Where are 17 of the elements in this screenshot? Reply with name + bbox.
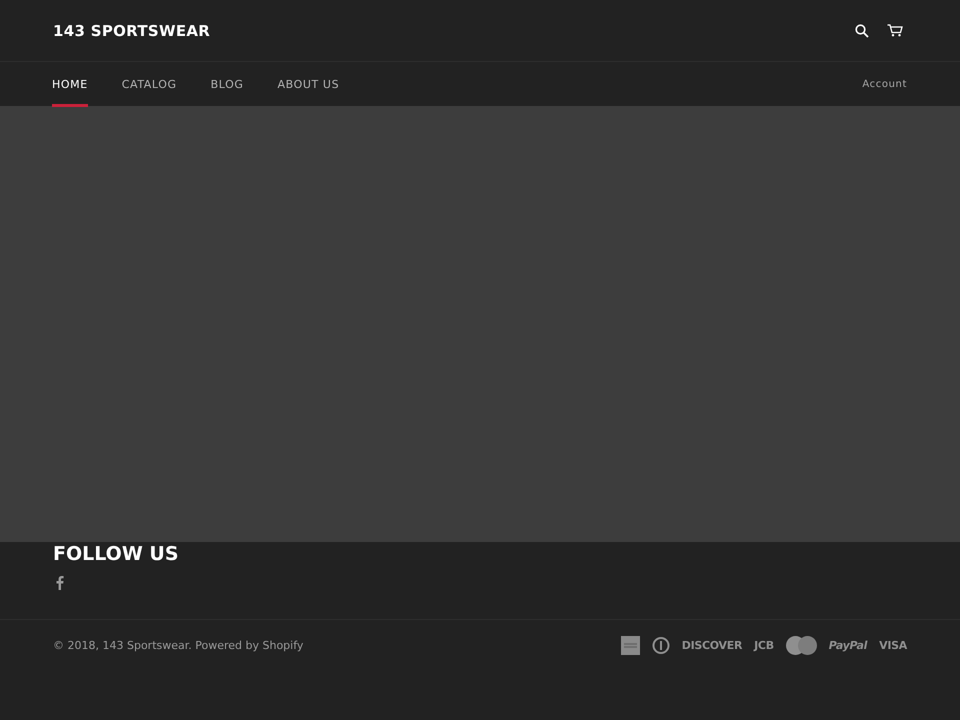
copyright-text: © 2018, 143 Sportswear. Powered by Shopify <box>53 638 304 652</box>
nav-link[interactable]: CATALOG <box>122 62 177 107</box>
section-heading: FOLLOW US <box>53 542 180 566</box>
facebook-icon[interactable] <box>56 575 64 590</box>
payment-logo: PayPal <box>828 638 868 652</box>
card-icon <box>620 636 640 654</box>
search-icon[interactable] <box>855 24 869 38</box>
nav-link[interactable]: ABOUT US <box>278 62 340 107</box>
account-link[interactable]: Account <box>862 62 907 107</box>
nav-link[interactable]: BLOG <box>210 62 244 107</box>
payment-logo: DISCOVER <box>682 638 742 652</box>
circles-icon <box>786 636 817 654</box>
payment-logo: VISA <box>879 638 907 652</box>
cart-icon[interactable] <box>887 24 903 37</box>
store-logo[interactable]: 143 SPORTSWEAR <box>53 22 210 40</box>
payment-logo: JCB <box>754 638 774 652</box>
ring-icon <box>652 636 670 654</box>
